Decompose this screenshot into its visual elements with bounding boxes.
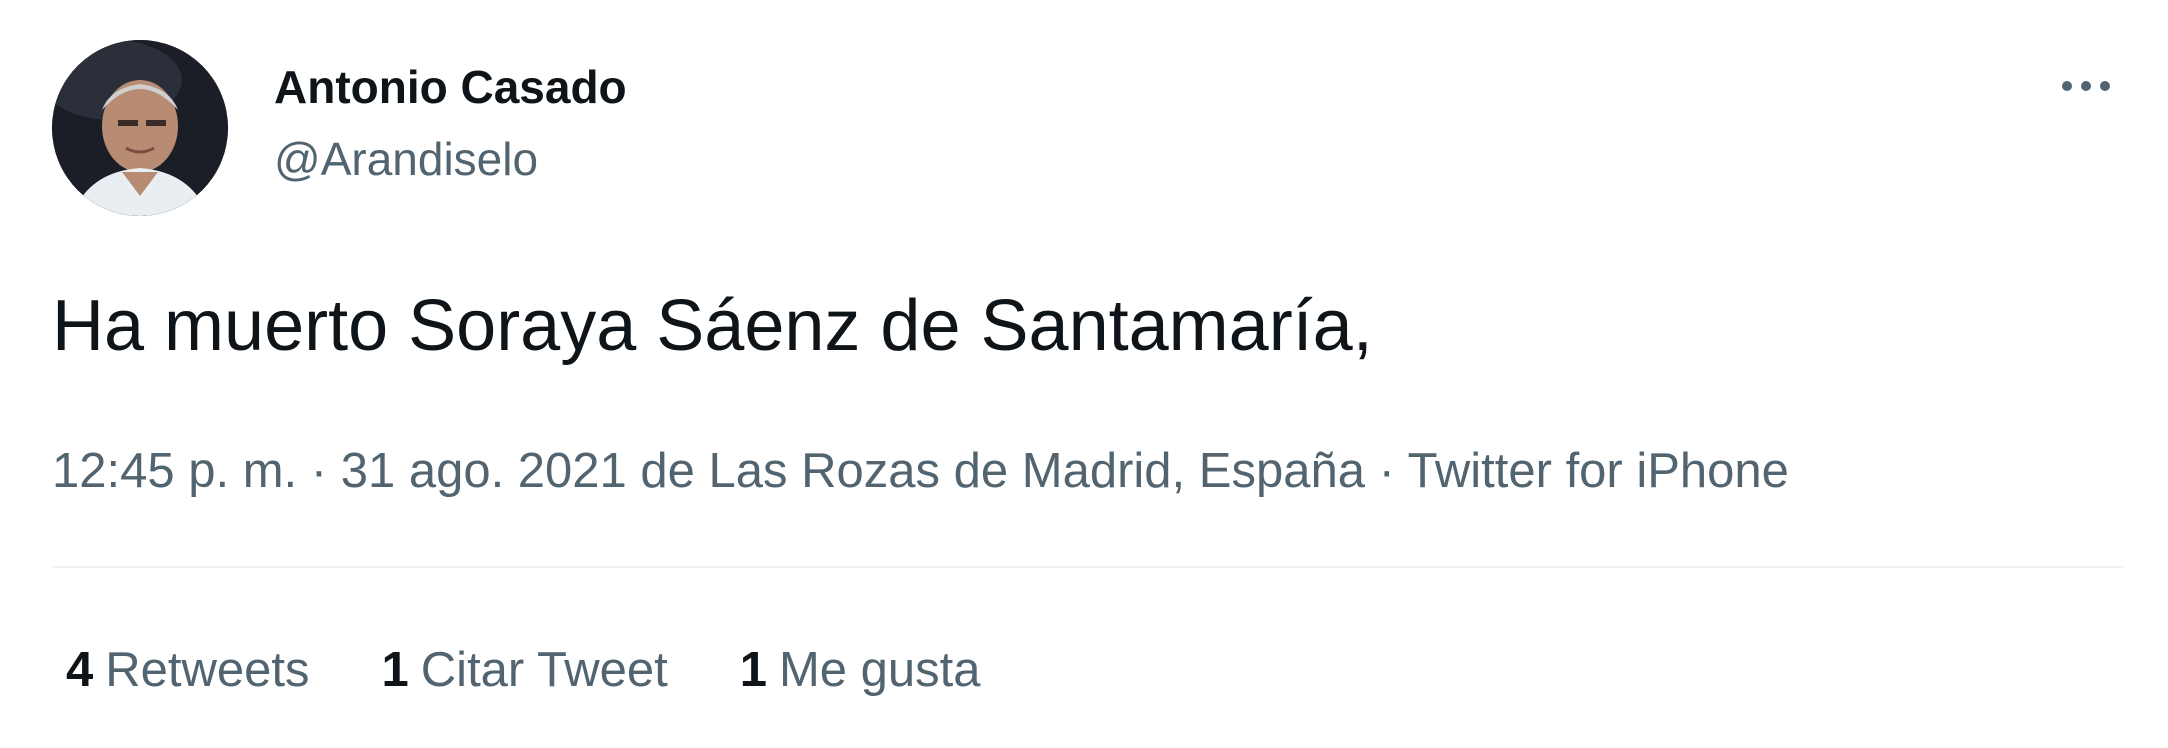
retweets-stat[interactable]: 4 Retweets [66, 635, 310, 705]
likes-count: 1 [739, 643, 767, 697]
author-display-name[interactable]: Antonio Casado [274, 56, 627, 118]
author-info[interactable]: Antonio Casado @Arandiselo [274, 56, 627, 190]
tweet-source[interactable]: Twitter for iPhone [1408, 444, 1789, 498]
tweet-date[interactable]: 31 ago. 2021 [341, 444, 627, 498]
tweet-stats: 4 Retweets 1 Citar Tweet 1 Me gusta [66, 635, 1053, 705]
tweet-card: Antonio Casado @Arandiselo Ha muerto Sor… [0, 0, 2168, 748]
tweet-meta: 12:45 p. m. · 31 ago. 2021 de Las Rozas … [52, 436, 1789, 506]
meta-separator: · [1364, 444, 1408, 498]
likes-stat[interactable]: 1 Me gusta [740, 635, 981, 705]
tweet-time[interactable]: 12:45 p. m. [52, 444, 297, 498]
author-handle[interactable]: @Arandiselo [274, 128, 627, 190]
tweet-location[interactable]: de Las Rozas de Madrid, España [627, 444, 1365, 498]
quotes-stat[interactable]: 1 Citar Tweet [382, 635, 668, 705]
meta-separator: · [297, 444, 341, 498]
quotes-label: Citar Tweet [420, 643, 668, 697]
tweet-text: Ha muerto Soraya Sáenz de Santamaría, [52, 286, 1373, 366]
avatar-image [52, 40, 228, 216]
likes-label: Me gusta [778, 643, 981, 697]
quotes-count: 1 [381, 643, 409, 697]
retweets-count: 4 [66, 643, 94, 697]
avatar[interactable] [52, 40, 228, 216]
more-horizontal-icon [2062, 81, 2110, 91]
retweets-label: Retweets [105, 643, 310, 697]
more-options-button[interactable] [2048, 62, 2124, 110]
divider [52, 566, 2124, 568]
